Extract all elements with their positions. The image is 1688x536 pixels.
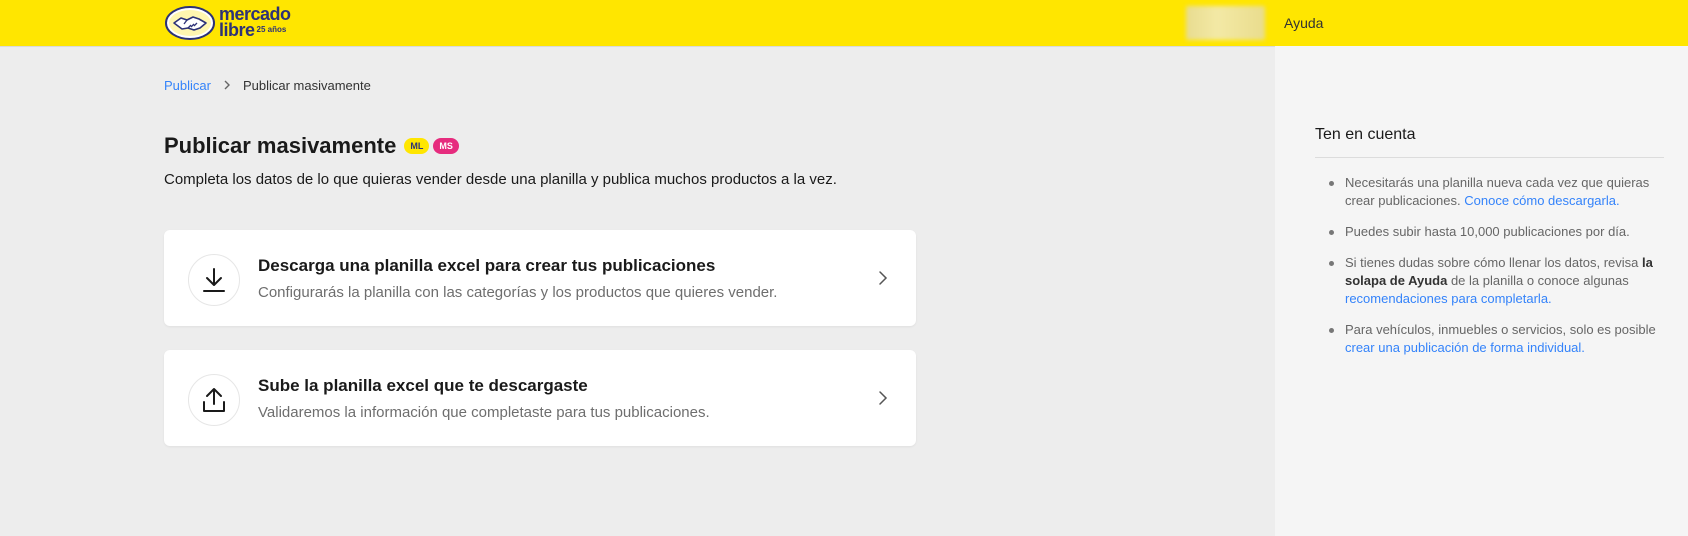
chevron-right-icon: [879, 391, 888, 405]
list-item: Necesitarás una planilla nueva cada vez …: [1315, 174, 1675, 210]
page-header: Publicar masivamente ML MS: [164, 133, 459, 159]
help-link[interactable]: Ayuda: [1284, 15, 1323, 31]
page-subtitle: Completa los datos de lo que quieras ven…: [164, 171, 837, 188]
tips-list: Necesitarás una planilla nueva cada vez …: [1315, 174, 1675, 370]
page-title: Publicar masivamente: [164, 133, 397, 158]
user-avatar-blurred[interactable]: [1186, 6, 1265, 40]
mercado-libre-logo[interactable]: mercado libre 25 años: [165, 4, 305, 42]
breadcrumb-current: Publicar masivamente: [242, 78, 371, 93]
card-title: Descarga una planilla excel para crear t…: [258, 256, 716, 275]
top-bar: mercado libre 25 años Ayuda: [0, 0, 1688, 46]
list-item: Si tienes dudas sobre cómo llenar los da…: [1315, 254, 1675, 308]
upload-template-card[interactable]: Sube la planilla excel que te descargast…: [164, 350, 916, 446]
card-description: Validaremos la información que completas…: [258, 404, 710, 421]
chevron-right-icon: [879, 271, 888, 285]
tips-sidebar: Ten en cuenta Necesitarás una planilla n…: [1275, 46, 1688, 536]
list-item: Puedes subir hasta 10,000 publicaciones …: [1315, 223, 1675, 241]
handshake-logo-icon: [165, 6, 215, 40]
breadcrumb-publicar-link[interactable]: Publicar: [164, 78, 211, 93]
list-item: Para vehículos, inmuebles o servicios, s…: [1315, 321, 1675, 357]
recommendations-link[interactable]: recomendaciones para completarla.: [1345, 291, 1552, 306]
divider: [1315, 157, 1664, 158]
badge-ml: ML: [404, 138, 430, 154]
download-template-card[interactable]: Descarga una planilla excel para crear t…: [164, 230, 916, 326]
sidebar-title: Ten en cuenta: [1315, 126, 1416, 143]
breadcrumb: Publicar Publicar masivamente: [164, 78, 371, 93]
card-description: Configurarás la planilla con las categor…: [258, 284, 778, 301]
badge-ms: MS: [433, 138, 459, 154]
card-title: Sube la planilla excel que te descargast…: [258, 376, 588, 395]
how-to-download-link[interactable]: Conoce cómo descargarla.: [1464, 193, 1619, 208]
chevron-right-icon: [223, 78, 231, 93]
logo-wordmark: mercado libre 25 años: [219, 4, 291, 40]
individual-listing-link[interactable]: crear una publicación de forma individua…: [1345, 340, 1585, 355]
upload-icon: [188, 374, 240, 426]
download-icon: [188, 254, 240, 306]
